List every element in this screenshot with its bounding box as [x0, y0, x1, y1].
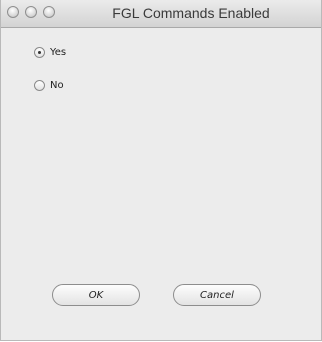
ok-button[interactable]: OK — [52, 284, 140, 306]
radio-label-yes: Yes — [50, 47, 67, 58]
radio-unselected-icon[interactable] — [34, 80, 45, 91]
radio-option-yes[interactable]: Yes — [34, 47, 66, 58]
radio-selected-icon[interactable] — [34, 47, 45, 58]
title-bar[interactable]: FGL Commands Enabled — [1, 0, 321, 28]
cancel-button[interactable]: Cancel — [173, 284, 261, 306]
dialog-window: FGL Commands Enabled Yes No OK Cancel — [0, 0, 322, 341]
window-title: FGL Commands Enabled — [112, 5, 270, 21]
radio-option-no[interactable]: No — [34, 80, 64, 91]
radio-label-no: No — [50, 80, 64, 91]
